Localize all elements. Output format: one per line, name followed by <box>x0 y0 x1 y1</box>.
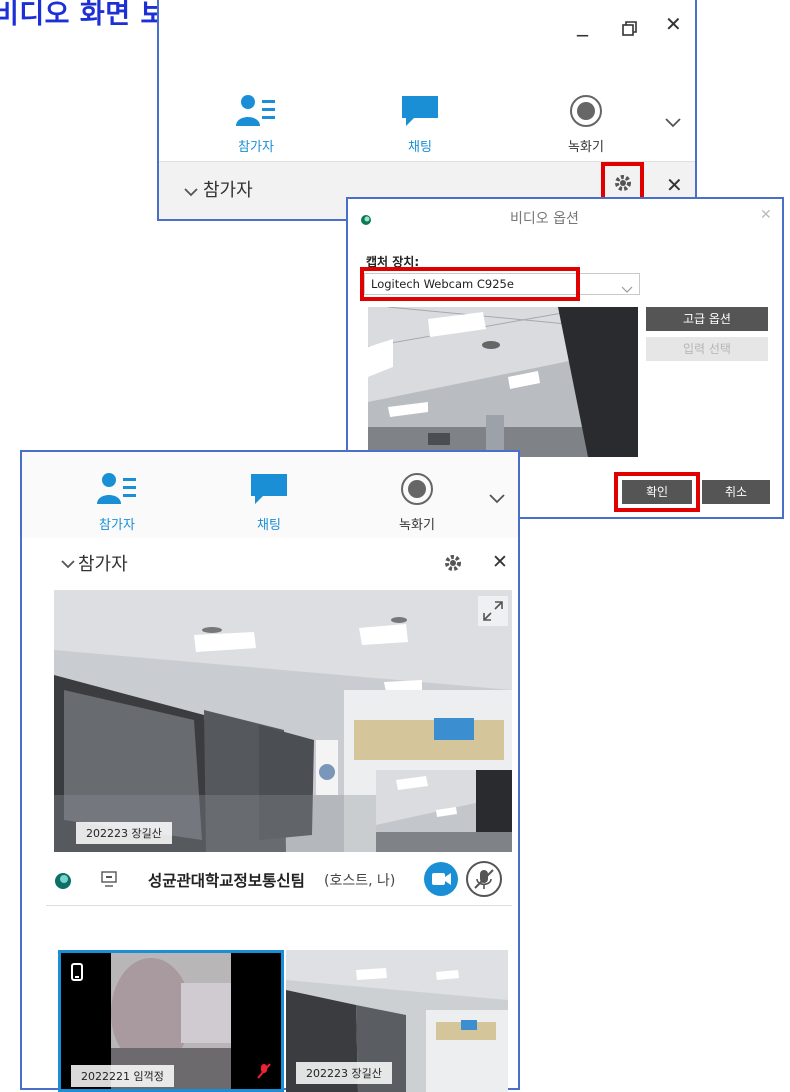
input-select-button[interactable]: 입력 선택 <box>646 337 768 361</box>
tool-participants[interactable]: 참가자 <box>82 472 152 533</box>
thumb-1-tag: 2022221 임꺽정 <box>71 1065 174 1087</box>
thumb-2-tag: 202223 장길산 <box>296 1062 392 1084</box>
record-icon <box>570 95 602 127</box>
tool-chat[interactable]: 채팅 <box>385 94 455 155</box>
expand-icon[interactable] <box>478 596 508 626</box>
thumb-2[interactable]: 202223 장길산 <box>286 950 508 1092</box>
ok-button-highlight <box>614 472 700 512</box>
mute-mic-button[interactable] <box>466 861 502 897</box>
capture-select-highlight <box>360 267 580 301</box>
participants-icon <box>236 95 275 126</box>
meeting-window-bottom: 참가자 채팅 녹화기 참가자 ✕ 202223 장길산 성균관대학교정보통신팀 … <box>20 450 520 1092</box>
close-icon[interactable]: ✕ <box>665 12 682 36</box>
camera-preview <box>368 307 638 457</box>
chat-icon <box>402 96 438 126</box>
participants-icon <box>97 473 136 504</box>
gear-icon[interactable] <box>442 552 464 578</box>
tool-recorder[interactable]: 녹화기 <box>382 472 452 533</box>
participant-role: (호스트, 나) <box>324 873 396 889</box>
panel-close-icon[interactable]: ✕ <box>492 551 508 573</box>
tool-participants-label: 참가자 <box>99 518 135 533</box>
participants-panel-title: 참가자 <box>78 554 128 575</box>
tool-chat-label: 채팅 <box>257 518 281 533</box>
main-video-tag: 202223 장길산 <box>76 822 172 844</box>
mobile-device-icon <box>71 963 83 985</box>
main-video: 202223 장길산 <box>54 590 512 852</box>
record-icon <box>401 473 433 505</box>
restore-icon[interactable] <box>622 18 638 42</box>
video-camera-button[interactable] <box>424 862 458 896</box>
collapse-chevron-icon[interactable] <box>183 184 199 203</box>
panel-close-icon[interactable]: ✕ <box>666 173 683 197</box>
mic-off-icon <box>474 869 494 889</box>
advanced-options-button[interactable]: 고급 옵션 <box>646 307 768 331</box>
participants-panel-title: 참가자 <box>203 180 253 201</box>
tool-participants[interactable]: 참가자 <box>221 94 291 155</box>
gear-icon[interactable] <box>612 172 634 198</box>
dialog-title: 비디오 옵션 <box>510 211 579 227</box>
tool-recorder-label: 녹화기 <box>399 518 435 533</box>
minimize-icon[interactable]: _ <box>577 12 588 37</box>
tool-chat-label: 채팅 <box>408 140 432 155</box>
video-camera-icon <box>432 873 451 885</box>
chat-icon <box>251 474 287 504</box>
app-logo-icon <box>360 211 372 230</box>
tool-recorder[interactable]: 녹화기 <box>551 94 621 155</box>
select-chevron-icon <box>621 279 633 298</box>
chevron-down-icon[interactable] <box>488 490 506 509</box>
participants-panel-header: 참가자 ✕ <box>46 538 518 590</box>
chevron-down-icon[interactable] <box>664 110 682 134</box>
participant-row[interactable]: 성균관대학교정보통신팀 (호스트, 나) <box>46 854 512 906</box>
participant-name: 성균관대학교정보통신팀 <box>148 872 305 890</box>
muted-mic-icon <box>257 1063 271 1083</box>
tool-recorder-label: 녹화기 <box>568 140 604 155</box>
dialog-close-icon[interactable]: ✕ <box>760 207 772 223</box>
cancel-button[interactable]: 취소 <box>702 480 770 504</box>
app-logo-icon <box>54 872 72 894</box>
tool-participants-label: 참가자 <box>238 140 274 155</box>
thumb-1[interactable]: 2022221 임꺽정 <box>58 950 284 1092</box>
collapse-chevron-icon[interactable] <box>60 556 76 575</box>
self-view-thumbnail[interactable] <box>376 770 512 852</box>
screen-share-icon <box>100 870 118 892</box>
tool-chat[interactable]: 채팅 <box>234 472 304 533</box>
